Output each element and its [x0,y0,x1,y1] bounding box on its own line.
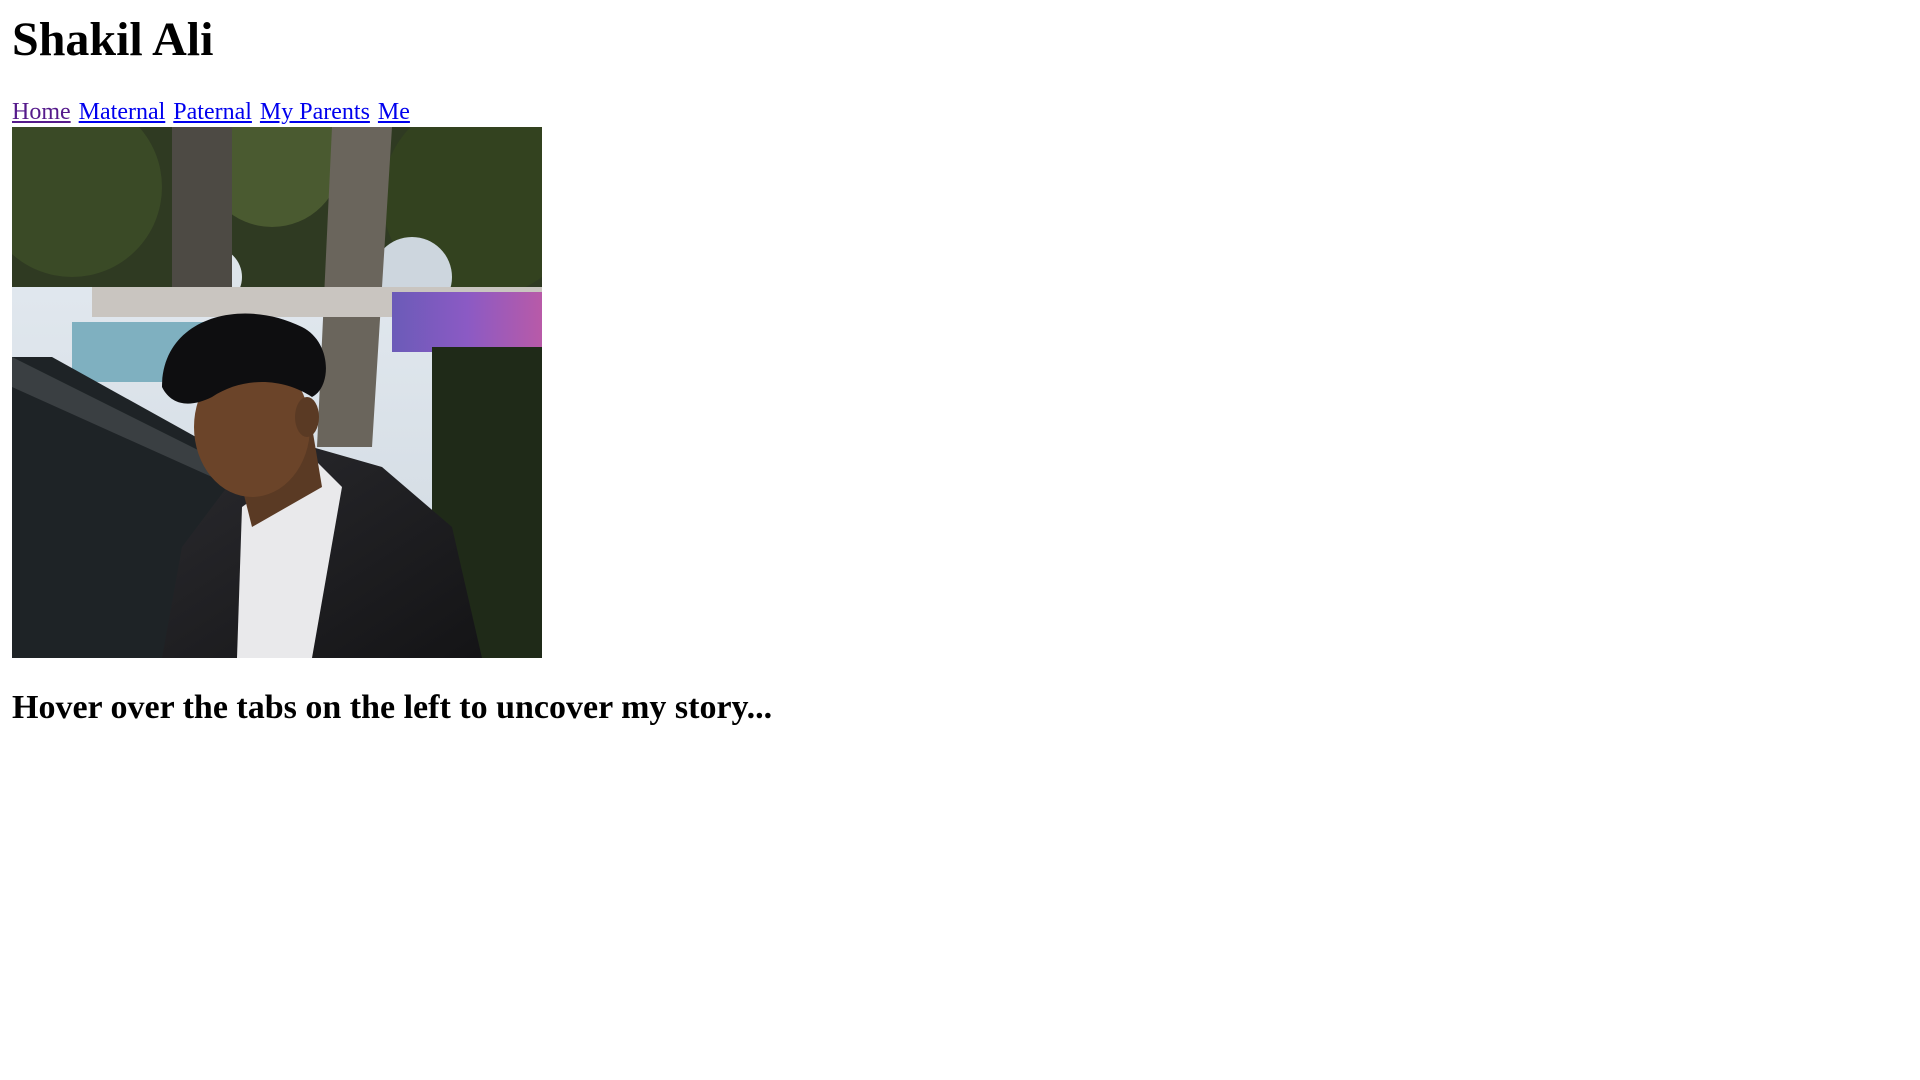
page: Shakil Ali Home Maternal Paternal My Par… [0,0,1920,1080]
nav-link-me[interactable]: Me [378,99,410,125]
main-nav: Home Maternal Paternal My Parents Me [12,98,412,126]
nav-link-my-parents[interactable]: My Parents [260,99,370,125]
nav-link-home[interactable]: Home [12,99,71,125]
page-title: Shakil Ali [12,13,214,66]
tagline: Hover over the tabs on the left to uncov… [12,689,773,726]
nav-link-paternal[interactable]: Paternal [173,99,252,125]
profile-photo [12,127,542,658]
nav-link-maternal[interactable]: Maternal [79,99,166,125]
